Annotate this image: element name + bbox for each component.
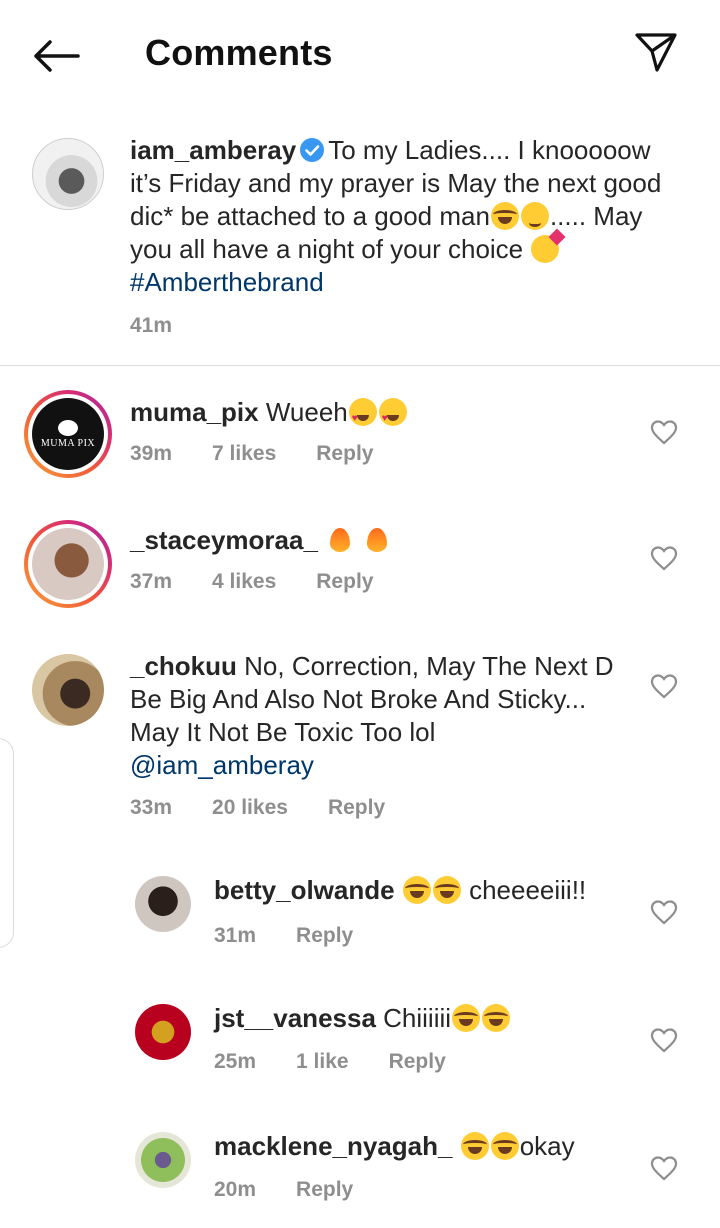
header-bar: Comments [0,0,720,108]
caption-time: 41m [130,314,173,337]
reply-meta: 25m 1 like Reply [214,1050,446,1074]
verified-badge-icon [300,138,325,162]
reply-body: cheeeeiii!! [469,875,587,905]
tears-of-joy-emoji-icon [432,876,461,904]
reply-username[interactable]: jst__vanessa [214,1003,376,1033]
avatar-story-ring[interactable]: MUMA PIX [24,390,112,478]
comment-meta: 39m 7 likes Reply [130,442,373,466]
back-button[interactable] [28,30,84,82]
like-heart-icon[interactable] [650,899,678,925]
comment-time: 37m [130,570,173,593]
tears-of-joy-emoji-icon [402,876,431,904]
tears-of-joy-emoji-icon [460,1132,489,1160]
like-heart-icon[interactable] [650,673,678,699]
comment-meta: 37m 4 likes Reply [130,570,373,594]
fire-emoji-icon [363,526,391,554]
comment-username[interactable]: _chokuu [130,651,237,681]
grinning-sweat-emoji-icon [490,202,519,230]
comment-text: muma_pix Wueeh [130,396,630,435]
reply-button[interactable]: Reply [389,1050,446,1074]
reply-button[interactable]: Reply [296,1178,353,1202]
comment-username[interactable]: muma_pix [130,397,259,427]
fire-emoji-icon [326,526,354,554]
avatar[interactable] [135,876,191,932]
comment-text: _staceymoraa_ [130,524,630,557]
party-face-emoji-icon [531,235,560,263]
tears-of-joy-emoji-icon [482,1004,511,1032]
mention-link[interactable]: @iam_amberay [130,750,314,780]
edge-panel-handle[interactable] [0,738,14,948]
reply-button[interactable]: Reply [316,442,373,466]
reply-body: Chiiiiii [383,1003,452,1033]
like-heart-icon[interactable] [650,1027,678,1053]
avatar-story-ring[interactable] [24,520,112,608]
reply-meta: 31m Reply [214,924,353,948]
comment-time: 39m [130,442,173,465]
heart-eyes-emoji-icon [378,398,407,435]
reply-text: jst__vanessa Chiiiiii [214,1002,634,1035]
reply-text: macklene_nyagah_ okay [214,1130,634,1163]
comment-username[interactable]: _staceymoraa_ [130,525,318,555]
reply-button[interactable]: Reply [328,796,385,820]
like-heart-icon[interactable] [650,419,678,445]
share-button[interactable] [628,26,684,78]
reply-username[interactable]: macklene_nyagah_ [214,1131,452,1161]
avatar[interactable] [32,654,104,726]
comment-time: 33m [130,796,173,819]
comment-likes[interactable]: 20 likes [212,796,288,820]
tears-of-joy-emoji-icon [490,1132,519,1160]
comment-body: Wueeh [265,397,348,427]
reply-time: 20m [214,1178,257,1201]
avatar: MUMA PIX [32,398,104,470]
avatar[interactable] [135,1004,191,1060]
caption-username[interactable]: iam_amberay [130,135,296,165]
comment-text: _chokuu No, Correction, May The Next D B… [130,650,620,782]
arrow-left-icon [34,40,80,72]
caption-text: iam_amberay To my Ladies.... I knooooow … [130,134,670,299]
comment-meta: 33m 20 likes Reply [130,796,385,820]
reply-time: 25m [214,1050,257,1073]
reply-time: 31m [214,924,257,947]
reply-username[interactable]: betty_olwande [214,875,395,905]
page-title: Comments [145,32,333,73]
comment-likes[interactable]: 7 likes [212,442,276,466]
hashtag-link[interactable]: #Amberthebrand [130,267,324,297]
heart-eyes-emoji-icon [348,398,377,435]
reply-likes[interactable]: 1 like [296,1050,349,1074]
avatar[interactable] [32,138,104,210]
reply-body: okay [519,1131,575,1161]
reply-text: betty_olwande cheeeeiii!! [214,874,634,907]
avatar [32,528,104,600]
like-heart-icon[interactable] [650,545,678,571]
reply-button[interactable]: Reply [316,570,373,594]
tears-of-joy-emoji-icon [452,1004,481,1032]
wink-emoji-icon [520,202,549,230]
like-heart-icon[interactable] [650,1155,678,1181]
post-caption: iam_amberay To my Ladies.... I knooooow … [0,118,720,366]
comment-likes[interactable]: 4 likes [212,570,276,594]
reply-button[interactable]: Reply [296,924,353,948]
avatar-label: MUMA PIX [40,437,96,449]
avatar[interactable] [135,1132,191,1188]
reply-meta: 20m Reply [214,1178,353,1202]
paper-plane-icon [635,33,677,72]
